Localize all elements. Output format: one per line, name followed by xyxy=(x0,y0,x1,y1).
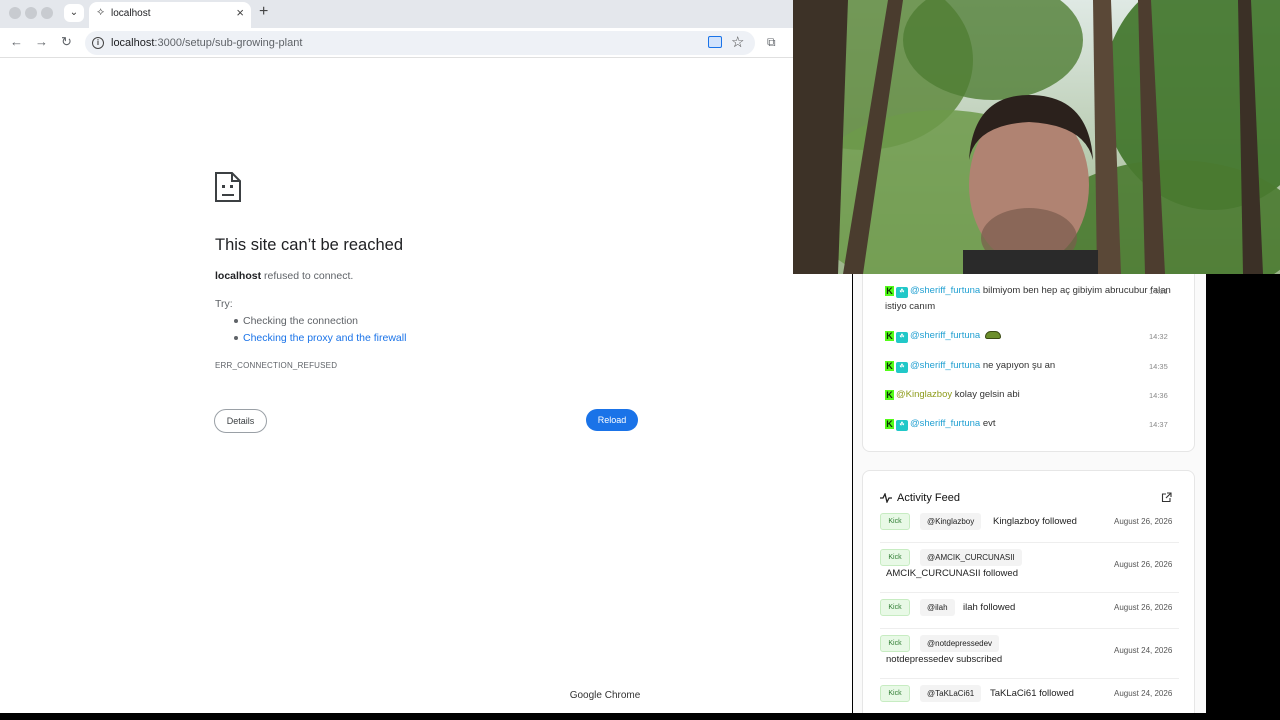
activity-text: ilah followed xyxy=(963,602,1016,613)
stream-dashboard-panel: K ☘ @sheriff_furtuna bilmiyom ben hep aç g… xyxy=(853,274,1206,713)
url-path: :3000/setup/sub-growing-plant xyxy=(154,37,303,49)
activity-user-tag[interactable]: @TaKLaCi61 xyxy=(920,685,982,702)
forward-arrow-icon[interactable]: → xyxy=(35,34,48,50)
extensions-icon[interactable]: ⧉ xyxy=(767,35,776,50)
bookmark-star-icon[interactable]: ☆ xyxy=(731,33,744,51)
activity-item: Kick @AMCIK_CURCUNASII AMCIK_CURCUNASII … xyxy=(880,549,1179,593)
platform-badge: Kick xyxy=(880,685,910,702)
browser-window: ⌄ ⟡ localhost × + ← → ↻ i localhost:3000… xyxy=(0,0,852,713)
new-tab-button[interactable]: + xyxy=(259,3,268,21)
app-name-tooltip: Google Chrome xyxy=(561,686,649,706)
browser-toolbar: ← → ↻ i localhost:3000/setup/sub-growing… xyxy=(0,28,852,58)
suggestion-list: Checking the connection Checking the pro… xyxy=(233,315,406,349)
activity-text: Kinglazboy followed xyxy=(993,516,1077,527)
activity-text: AMCIK_CURCUNASII followed xyxy=(886,568,1018,579)
activity-date: August 26, 2026 xyxy=(1114,560,1173,569)
kick-logo-icon: K xyxy=(885,331,894,341)
error-host: localhost xyxy=(215,270,262,282)
frog-emote-icon xyxy=(984,331,1001,339)
chat-username[interactable]: @sheriff_furtuna xyxy=(910,418,980,429)
chat-message: K ☘ @sheriff_furtuna ne yapıyon şu an xyxy=(885,358,1185,374)
error-title: This site can’t be reached xyxy=(215,236,404,254)
suggestion-check-connection: Checking the connection xyxy=(233,315,406,332)
chat-card: K ☘ @sheriff_furtuna bilmiyom ben hep aç g… xyxy=(862,274,1195,452)
minimize-window-button[interactable] xyxy=(25,7,37,19)
tab-title: localhost xyxy=(111,8,151,19)
activity-date: August 24, 2026 xyxy=(1114,646,1173,655)
url-host: localhost xyxy=(111,37,155,49)
sad-document-icon xyxy=(215,172,241,202)
activity-item: Kick @ilah ilah followed August 26, 2026 xyxy=(880,599,1179,629)
tab-localhost[interactable]: ⟡ localhost × xyxy=(89,2,251,28)
activity-item: Kick @Kinglazboy Kinglazboy followed Aug… xyxy=(880,513,1179,543)
cast-icon[interactable] xyxy=(708,36,722,48)
chat-time: 14:36 xyxy=(1149,391,1168,400)
platform-badge: Kick xyxy=(880,635,910,652)
subscriber-badge-icon: ☘ xyxy=(896,287,908,298)
kick-logo-icon: K xyxy=(885,390,894,400)
kick-logo-icon: K xyxy=(885,361,894,371)
chat-text: kolay gelsin abi xyxy=(954,389,1020,400)
tab-close-icon[interactable]: × xyxy=(236,6,244,20)
chat-text: evt xyxy=(982,418,996,429)
activity-item: Kick @notdepressedev notdepressedev subs… xyxy=(880,635,1179,679)
suggestion-check-proxy-link[interactable]: Checking the proxy and the firewall xyxy=(233,332,406,349)
kick-logo-icon: K xyxy=(885,286,894,296)
back-arrow-icon[interactable]: ← xyxy=(10,34,23,50)
activity-date: August 24, 2026 xyxy=(1114,689,1173,698)
chat-username[interactable]: @Kinglazboy xyxy=(896,389,952,400)
chat-message: K ☘ @sheriff_furtuna xyxy=(885,328,1185,344)
site-info-icon[interactable]: i xyxy=(92,37,104,49)
activity-text: TaKLaCi61 followed xyxy=(990,688,1074,699)
address-bar[interactable]: i localhost:3000/setup/sub-growing-plant… xyxy=(85,31,755,55)
platform-badge: Kick xyxy=(880,513,910,530)
details-button[interactable]: Details xyxy=(214,409,267,433)
tab-favicon-icon: ⟡ xyxy=(97,6,105,18)
chat-time: 14:32 xyxy=(1149,332,1168,341)
close-window-button[interactable] xyxy=(9,7,21,19)
kick-logo-icon: K xyxy=(885,419,894,429)
error-description: localhost refused to connect. xyxy=(215,270,353,282)
activity-feed-card: Activity Feed Kick @Kinglazboy Kinglazbo… xyxy=(862,470,1195,713)
subscriber-badge-icon: ☘ xyxy=(896,362,908,373)
maximize-window-button[interactable] xyxy=(41,7,53,19)
try-label: Try: xyxy=(215,298,233,310)
reload-icon[interactable]: ↻ xyxy=(61,34,72,50)
tab-strip: ⌄ ⟡ localhost × + xyxy=(0,0,852,28)
activity-feed-title: Activity Feed xyxy=(897,492,960,504)
error-desc-rest: refused to connect. xyxy=(261,270,354,282)
tab-search-button[interactable]: ⌄ xyxy=(64,4,84,22)
chat-time: 14:31 xyxy=(1149,287,1168,296)
activity-pulse-icon xyxy=(880,493,892,503)
activity-user-tag[interactable]: @ilah xyxy=(920,599,955,616)
error-page: This site can’t be reached localhost ref… xyxy=(0,58,852,713)
activity-user-tag[interactable]: @notdepressedev xyxy=(920,635,1000,652)
external-link-icon[interactable] xyxy=(1161,492,1172,503)
chat-username[interactable]: @sheriff_furtuna xyxy=(910,285,980,296)
activity-user-tag[interactable]: @AMCIK_CURCUNASII xyxy=(920,549,1022,566)
platform-badge: Kick xyxy=(880,549,910,566)
platform-badge: Kick xyxy=(880,599,910,616)
error-code: ERR_CONNECTION_REFUSED xyxy=(215,361,338,370)
url-text[interactable]: localhost:3000/setup/sub-growing-plant xyxy=(111,37,302,49)
subscriber-badge-icon: ☘ xyxy=(896,420,908,431)
chat-text: ne yapıyon şu an xyxy=(982,360,1056,371)
chat-username[interactable]: @sheriff_furtuna xyxy=(910,360,980,371)
activity-item: Kick @TaKLaCi61 TaKLaCi61 followed Augus… xyxy=(880,685,1179,713)
chat-message: K @Kinglazboy kolay gelsin abi xyxy=(885,387,1185,403)
activity-text: notdepressedev subscribed xyxy=(886,654,1003,665)
chat-time: 14:35 xyxy=(1149,362,1168,371)
reload-button[interactable]: Reload xyxy=(586,409,638,431)
webcam-feed xyxy=(793,0,1280,274)
chat-message: K ☘ @sheriff_furtuna evt xyxy=(885,416,1185,432)
chat-time: 14:37 xyxy=(1149,420,1168,429)
subscriber-badge-icon: ☘ xyxy=(896,332,908,343)
activity-date: August 26, 2026 xyxy=(1114,517,1173,526)
activity-date: August 26, 2026 xyxy=(1114,603,1173,612)
chat-username[interactable]: @sheriff_furtuna xyxy=(910,330,980,341)
chat-message: K ☘ @sheriff_furtuna bilmiyom ben hep aç g… xyxy=(885,283,1185,315)
activity-user-tag[interactable]: @Kinglazboy xyxy=(920,513,982,530)
